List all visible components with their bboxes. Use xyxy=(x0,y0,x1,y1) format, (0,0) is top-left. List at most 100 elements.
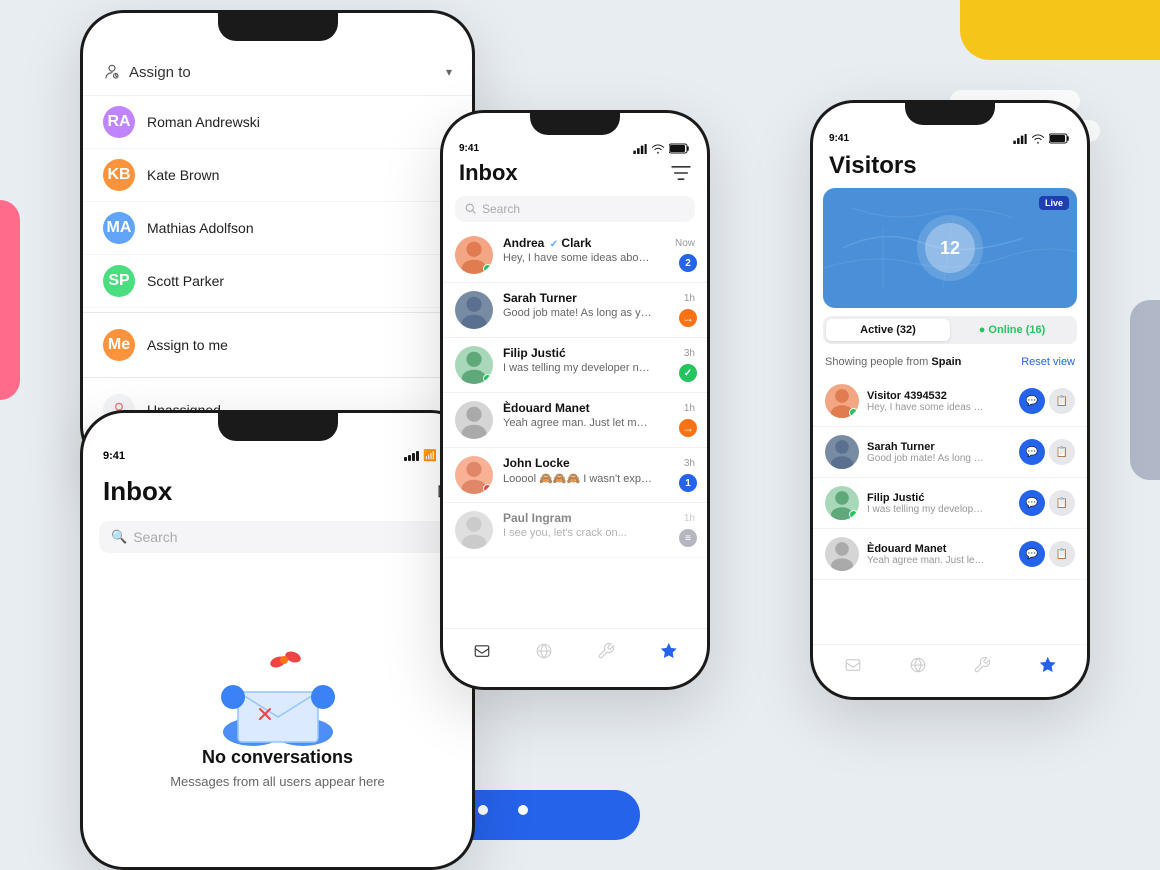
badge-edouard: → xyxy=(679,419,697,437)
phone3-status-icons xyxy=(633,143,691,154)
visitor-info-btn-2[interactable]: 📋 xyxy=(1049,439,1075,465)
visitor-name-3: Filip Justić xyxy=(867,492,1011,504)
visitor-item-3[interactable]: Filip Justić I was telling my developer … xyxy=(813,478,1087,529)
phone3-time: 9:41 xyxy=(459,143,479,154)
phone3-notch xyxy=(530,113,620,135)
nav4-globe-icon[interactable] xyxy=(904,651,932,679)
agent-name-roman: Roman Andrewski xyxy=(147,114,260,130)
avatar-kate: KB xyxy=(103,159,135,191)
nav-inbox-icon[interactable] xyxy=(468,637,496,665)
nav4-inbox-icon[interactable] xyxy=(839,651,867,679)
conv-preview-sarah: Good job mate! As long as you're comfort… xyxy=(503,307,653,319)
inbox-empty-title: Inbox xyxy=(103,476,172,507)
visitor-chat-btn-4[interactable]: 💬 xyxy=(1019,541,1045,567)
tab-active[interactable]: Active (32) xyxy=(826,319,950,341)
visitors-header: Visitors xyxy=(813,146,1087,188)
conv-preview-john: Looool 🙈🙈🙈 I wasn't expecting this at al… xyxy=(503,472,653,485)
conv-time-john: 3h xyxy=(684,458,695,469)
avatar-me: Me xyxy=(103,329,135,361)
inbox-empty-search[interactable]: 🔍 Search xyxy=(99,521,456,553)
phone3-bottom-nav xyxy=(443,628,707,673)
visitor-avatar-3 xyxy=(825,486,859,520)
conv-time-edouard: 1h xyxy=(684,403,695,414)
conv-item-sarah[interactable]: Sarah Turner 1h Good job mate! As long a… xyxy=(443,283,707,338)
visitor-item-4[interactable]: Èdouard Manet Yeah agree man. Just let m… xyxy=(813,529,1087,580)
agent-item-roman[interactable]: RA Roman Andrewski xyxy=(83,96,472,149)
search-icon xyxy=(465,203,477,215)
search-icon: 🔍 xyxy=(111,529,127,545)
visitor-item-1[interactable]: Visitor 4394532 Hey, I have some ideas a… xyxy=(813,376,1087,427)
conv-name-sarah: Sarah Turner xyxy=(503,291,577,305)
conversation-list: Andrea ✓ Clark Now Hey, I have some idea… xyxy=(443,228,707,558)
visitor-info-btn-3[interactable]: 📋 xyxy=(1049,490,1075,516)
phone3-title: Inbox xyxy=(459,160,518,186)
nav4-star-icon[interactable] xyxy=(1033,651,1061,679)
visitors-tabs: Active (32) ● Online (16) xyxy=(823,316,1077,344)
conv-item-paul[interactable]: Paul Ingram 1h I see you, let's crack on… xyxy=(443,503,707,558)
phone4-status-bar: 9:41 xyxy=(813,125,1087,146)
avatar-roman: RA xyxy=(103,106,135,138)
conv-preview-andrea: Hey, I have some ideas about it. Downloa… xyxy=(503,252,653,264)
bg-gray-accent xyxy=(1130,300,1160,480)
nav-wrench-icon[interactable] xyxy=(592,637,620,665)
visitor-chat-btn-3[interactable]: 💬 xyxy=(1019,490,1045,516)
visitors-map: 12 Live xyxy=(823,188,1077,308)
conv-time-andrea: Now xyxy=(675,238,695,249)
phone-visitors: 9:41 xyxy=(810,100,1090,700)
conv-item-andrea[interactable]: Andrea ✓ Clark Now Hey, I have some idea… xyxy=(443,228,707,283)
conv-preview-edouard: Yeah agree man. Just let me know if you … xyxy=(503,417,653,429)
wifi-icon xyxy=(651,144,665,154)
phone4-time: 9:41 xyxy=(829,133,849,144)
carousel-dots xyxy=(478,805,528,815)
phone3-status-bar: 9:41 xyxy=(443,135,707,156)
phone4-notch xyxy=(905,103,995,125)
assign-to-me[interactable]: Me Assign to me xyxy=(83,317,472,373)
signal-icon xyxy=(1013,134,1027,144)
nav4-wrench-icon[interactable] xyxy=(968,651,996,679)
visitor-item-2[interactable]: Sarah Turner Good job mate! As long as y… xyxy=(813,427,1087,478)
assign-icon xyxy=(103,63,121,81)
dot-1 xyxy=(478,805,488,815)
visitor-info-btn-4[interactable]: 📋 xyxy=(1049,541,1075,567)
signal-icon xyxy=(404,451,419,461)
assign-header[interactable]: Assign to ▾ xyxy=(83,53,472,96)
visitor-avatar-2 xyxy=(825,435,859,469)
agent-item-mathias[interactable]: MA Mathias Adolfson xyxy=(83,202,472,255)
nav-star-icon[interactable] xyxy=(654,637,682,665)
map-cluster-count: 12 xyxy=(940,238,960,259)
visitor-body-1: Visitor 4394532 Hey, I have some ideas a… xyxy=(867,390,1011,413)
conv-item-john[interactable]: John Locke 3h Looool 🙈🙈🙈 I wasn't expect… xyxy=(443,448,707,503)
visitor-name-1: Visitor 4394532 xyxy=(867,390,1011,402)
bg-yellow-accent xyxy=(960,0,1160,60)
conv-item-filip[interactable]: Filip Justić 3h I was telling my develop… xyxy=(443,338,707,393)
conv-time-sarah: 1h xyxy=(684,293,695,304)
visitor-chat-btn-1[interactable]: 💬 xyxy=(1019,388,1045,414)
conv-name-john: John Locke xyxy=(503,456,570,470)
live-badge: Live xyxy=(1039,196,1069,210)
visitor-name-4: Èdouard Manet xyxy=(867,543,1011,555)
conv-item-edouard[interactable]: Èdouard Manet 1h Yeah agree man. Just le… xyxy=(443,393,707,448)
conv-time-paul: 1h xyxy=(684,513,695,524)
conv-name-filip: Filip Justić xyxy=(503,346,566,360)
avatar-paul xyxy=(455,511,493,549)
visitor-preview-3: I was telling my developer no... xyxy=(867,504,987,515)
agent-item-kate[interactable]: KB Kate Brown xyxy=(83,149,472,202)
badge-filip: ✓ xyxy=(679,364,697,382)
nav-globe-icon[interactable] xyxy=(530,637,558,665)
conv-name-edouard: Èdouard Manet xyxy=(503,401,590,415)
visitor-chat-btn-2[interactable]: 💬 xyxy=(1019,439,1045,465)
visitor-actions-4: 💬 📋 xyxy=(1019,541,1075,567)
conv-body-andrea: Andrea ✓ Clark Now Hey, I have some idea… xyxy=(503,236,695,264)
phone2-time: 9:41 xyxy=(103,450,125,462)
agent-item-scott[interactable]: SP Scott Parker xyxy=(83,255,472,308)
tab-online[interactable]: ● Online (16) xyxy=(950,319,1074,341)
filter-icon[interactable] xyxy=(671,165,691,181)
visitor-actions-1: 💬 📋 xyxy=(1019,388,1075,414)
empty-subtitle: Messages from all users appear here xyxy=(170,774,385,789)
phone-inbox-empty: 9:41 📶 ▬ Inbox ⊟ 🔍 Search xyxy=(80,410,475,870)
visitor-info-btn-1[interactable]: 📋 xyxy=(1049,388,1075,414)
phone3-search[interactable]: Search xyxy=(455,196,695,222)
assign-header-label: Assign to xyxy=(129,64,191,81)
badge-sarah: → xyxy=(679,309,697,327)
reset-view-link[interactable]: Reset view xyxy=(1021,356,1075,368)
